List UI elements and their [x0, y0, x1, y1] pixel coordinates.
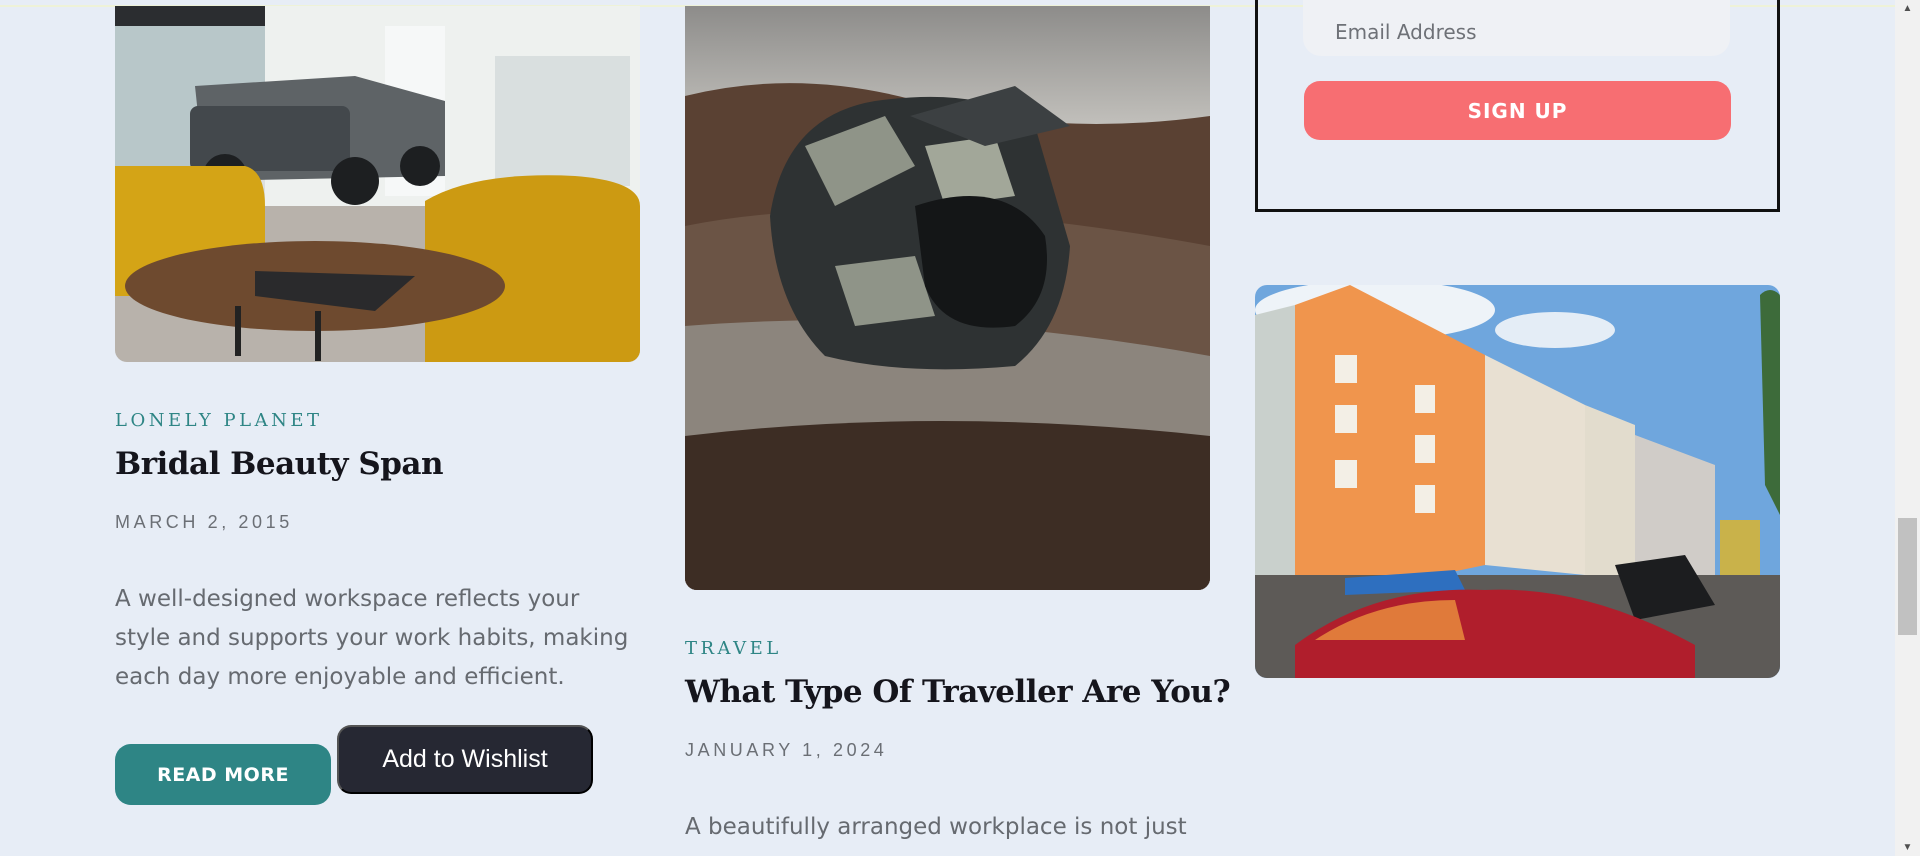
- post-image-street[interactable]: [1255, 285, 1780, 678]
- post-excerpt: A well-designed workspace reflects your …: [115, 586, 629, 690]
- post-date: MARCH 2, 2015: [115, 512, 293, 532]
- vertical-scrollbar[interactable]: [1895, 0, 1920, 856]
- post-category[interactable]: LONELY PLANET: [115, 410, 322, 431]
- post-title[interactable]: What Type Of Traveller Are You?: [685, 674, 1231, 710]
- scrollbar-thumb[interactable]: [1898, 518, 1917, 635]
- email-field[interactable]: [1303, 0, 1730, 56]
- post-title[interactable]: Bridal Beauty Span: [115, 446, 444, 482]
- triangle-up-icon[interactable]: ▲: [1895, 0, 1920, 17]
- post-category[interactable]: TRAVEL: [685, 638, 782, 659]
- add-to-wishlist-button[interactable]: Add to Wishlist: [337, 725, 593, 794]
- triangle-down-icon[interactable]: ▼: [1895, 839, 1920, 856]
- read-more-button[interactable]: READ MORE: [115, 744, 331, 805]
- post-excerpt: A beautifully arranged workplace is not …: [685, 814, 1187, 840]
- post-date: JANUARY 1, 2024: [685, 740, 888, 760]
- post-image-helmet[interactable]: [685, 6, 1210, 590]
- signup-button[interactable]: SIGN UP: [1304, 81, 1731, 140]
- post-image-office[interactable]: [115, 6, 640, 362]
